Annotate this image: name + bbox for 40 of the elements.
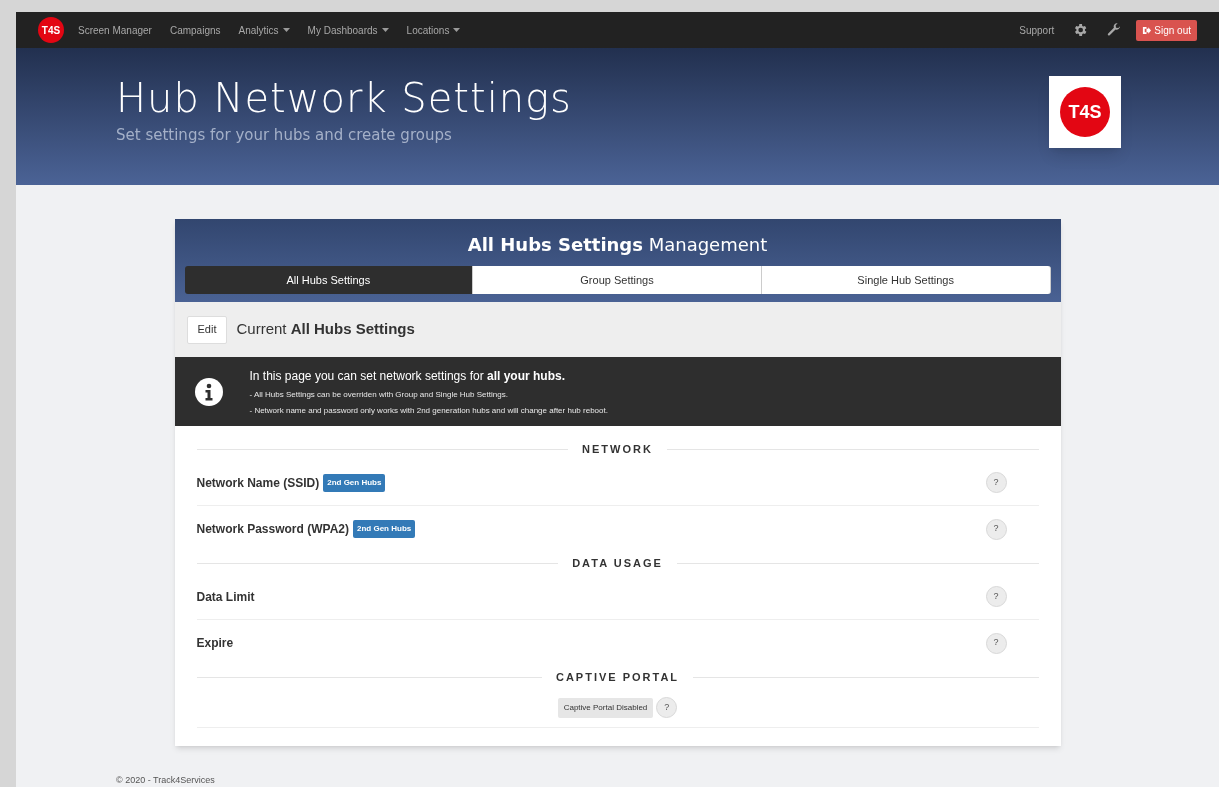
- nav-link[interactable]: My Dashboards: [307, 22, 389, 38]
- edit-button[interactable]: Edit: [186, 315, 228, 344]
- sign-out-button[interactable]: Sign out: [1136, 19, 1197, 41]
- settings-tab[interactable]: Single Hub Settings: [761, 266, 1051, 294]
- nav-link[interactable]: Locations: [406, 22, 461, 38]
- nav-link[interactable]: Analytics: [238, 22, 290, 38]
- setting-label: Data Limit: [196, 588, 255, 606]
- section-heading: NETWORK: [581, 441, 654, 457]
- help-button[interactable]: ?: [985, 472, 1007, 493]
- setting-label: Network Name (SSID): [196, 474, 320, 492]
- help-button[interactable]: ?: [985, 518, 1007, 540]
- page-title: Hub Network Settings: [116, 76, 573, 120]
- logo-badge[interactable]: T4S: [38, 17, 64, 43]
- brand-logo: T4S: [1060, 87, 1110, 137]
- section-heading: DATA USAGE: [571, 555, 664, 571]
- support-link[interactable]: Support: [1019, 22, 1055, 38]
- exit-icon: [1142, 25, 1152, 35]
- generation-badge: 2nd Gen Hubs: [323, 473, 386, 492]
- footer-copyright: © 2020 - Track4Services: [116, 775, 215, 785]
- help-button[interactable]: ?: [985, 632, 1007, 654]
- info-note: - Network name and password only works with 2nd generation hubs and will change after hub reboot.: [249, 404, 608, 417]
- page-subtitle: Set settings for your hubs and create groups: [116, 125, 453, 146]
- section-heading: CAPTIVE PORTAL: [554, 669, 681, 685]
- nav-link[interactable]: Campaigns: [169, 22, 221, 38]
- generation-badge: 2nd Gen Hubs: [353, 520, 416, 538]
- info-note: - All Hubs Settings can be overriden with Group and Single Hub Settings.: [249, 388, 509, 401]
- wrench-icon[interactable]: [1106, 22, 1123, 38]
- info-icon: [194, 377, 223, 406]
- card-title: All Hubs Settings Management: [466, 233, 769, 257]
- status-label: Captive Portal Disabled: [557, 697, 654, 718]
- help-button[interactable]: ?: [656, 697, 678, 718]
- help-button[interactable]: ?: [985, 586, 1007, 607]
- info-headline: In this page you can set network settings for all your hubs.: [249, 367, 566, 385]
- setting-label: Network Password (WPA2): [196, 521, 349, 538]
- current-settings-title: Current All Hubs Settings: [236, 319, 415, 340]
- settings-tab[interactable]: All Hubs Settings: [184, 266, 474, 294]
- nav-link[interactable]: Screen Manager: [78, 22, 152, 38]
- setting-label: Expire: [196, 635, 234, 652]
- settings-tab[interactable]: Group Settings: [473, 266, 762, 294]
- settings-icon[interactable]: [1072, 22, 1089, 38]
